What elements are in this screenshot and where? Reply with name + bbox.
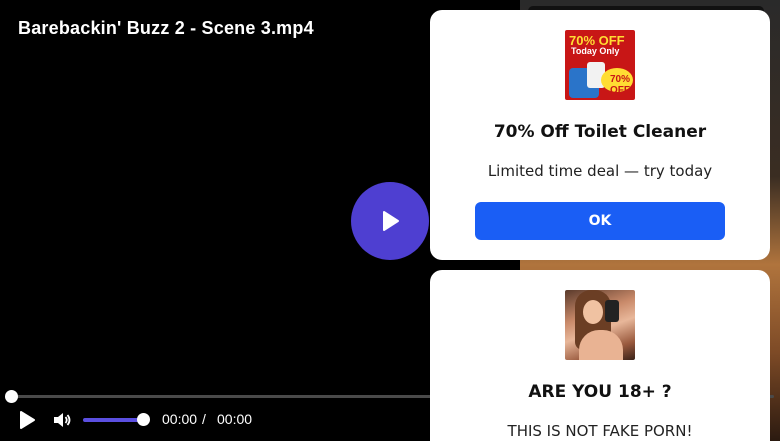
progress-handle[interactable]: [5, 390, 18, 403]
big-play-button[interactable]: [351, 182, 429, 260]
ad-image-badge: 70% OFF: [609, 74, 630, 96]
play-button[interactable]: [16, 409, 38, 431]
duration: 00:00: [217, 411, 253, 427]
ad-image-subtext: Today Only: [571, 46, 620, 56]
volume-button[interactable]: [52, 410, 72, 430]
profile-photo[interactable]: [565, 290, 635, 360]
play-icon: [20, 411, 35, 429]
current-time: 00:00: [162, 411, 198, 427]
popup-subtitle: THIS IS NOT FAKE PORN!: [507, 422, 693, 440]
volume-slider[interactable]: [83, 418, 145, 422]
popup-title: 70% Off Toilet Cleaner: [493, 122, 707, 142]
ad-popup[interactable]: 70% OFF Today Only 70% OFF 70% Off Toile…: [430, 10, 770, 260]
play-icon: [383, 211, 399, 231]
video-title: Barebackin' Buzz 2 - Scene 3.mp4: [18, 18, 314, 38]
age-verification-popup[interactable]: ARE YOU 18+ ? THIS IS NOT FAKE PORN!: [430, 270, 770, 441]
popup-subtitle: Limited time deal — try today: [487, 162, 713, 180]
time-separator: /: [202, 411, 206, 427]
volume-icon: [54, 413, 71, 427]
popup-title: ARE YOU 18+ ?: [528, 382, 672, 402]
ad-image[interactable]: 70% OFF Today Only 70% OFF: [565, 30, 635, 100]
ok-button[interactable]: OK: [475, 202, 725, 240]
volume-handle[interactable]: [137, 413, 150, 426]
